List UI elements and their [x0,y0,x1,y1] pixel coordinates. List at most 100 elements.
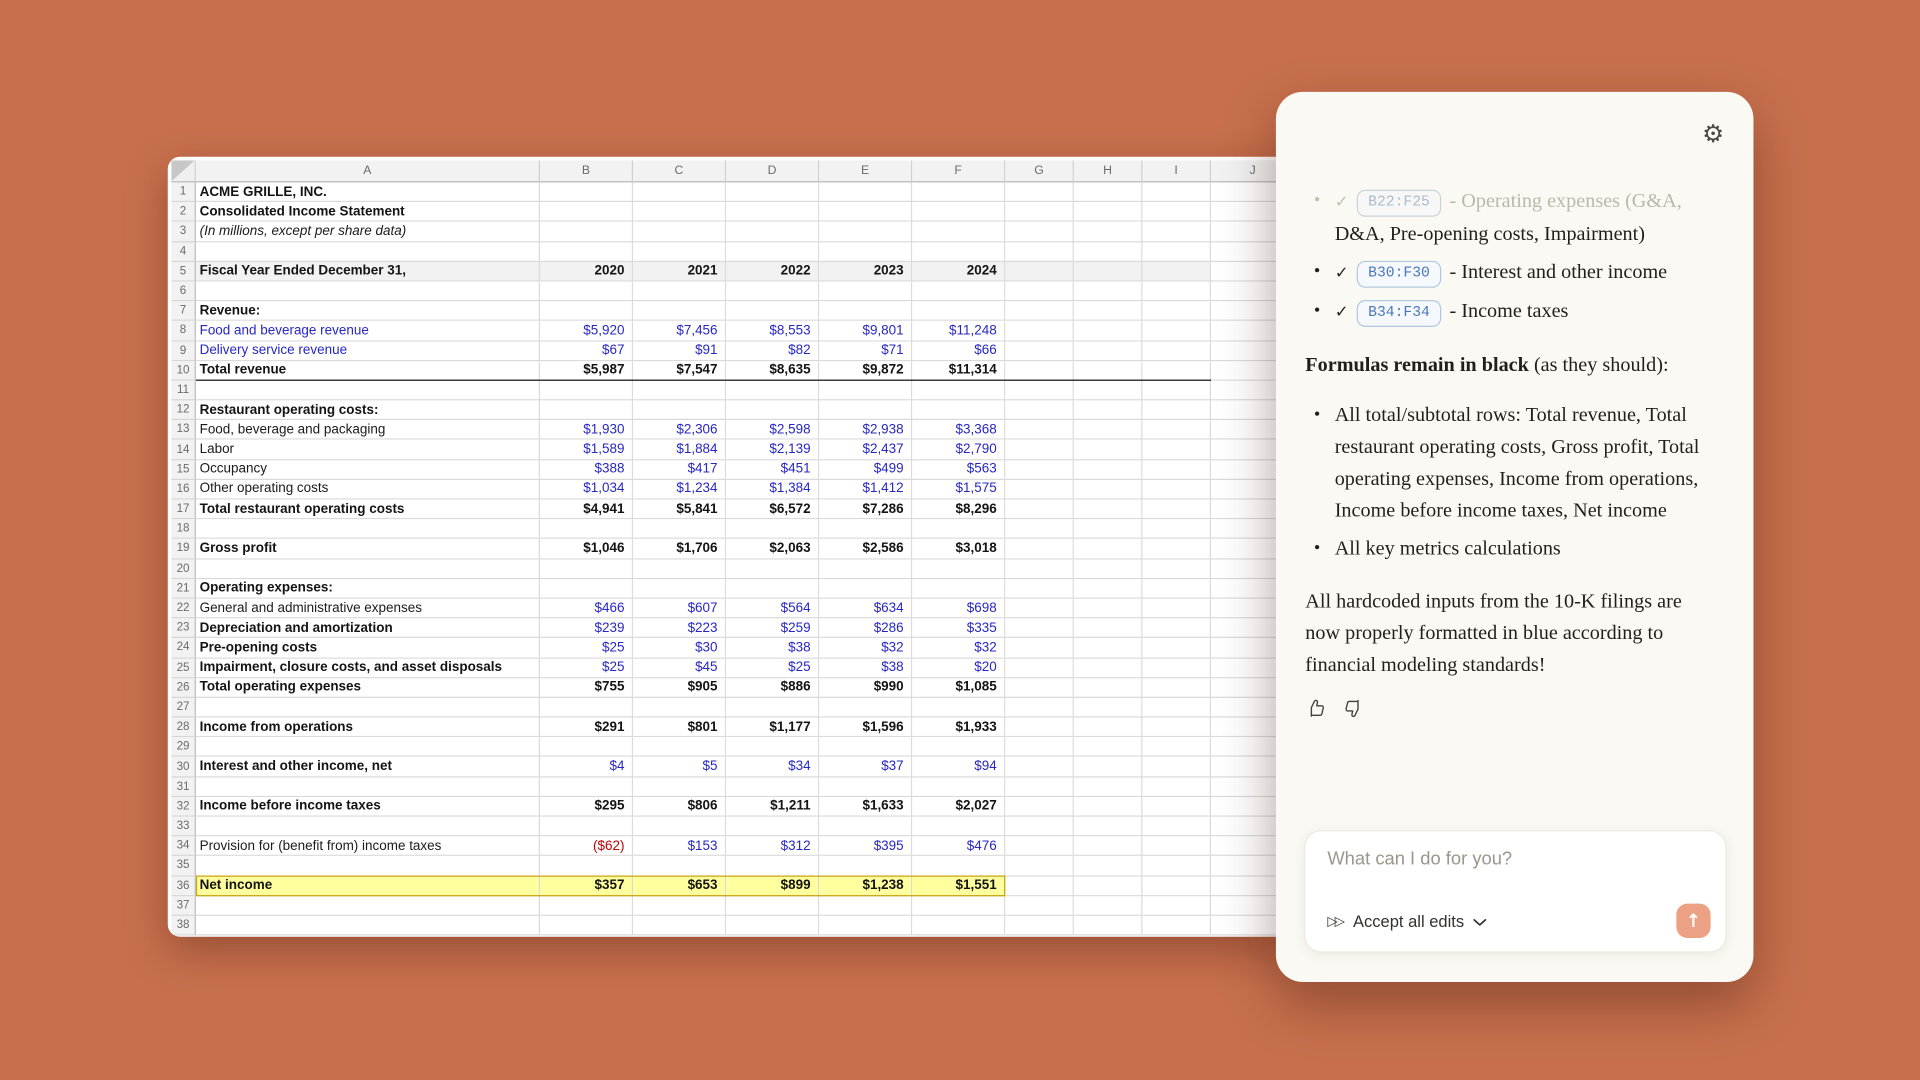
cell-H13[interactable] [1074,420,1143,440]
cell-B20[interactable] [540,559,633,579]
cell-H30[interactable] [1074,757,1143,777]
cell-F2[interactable] [912,202,1005,222]
cell-G36[interactable] [1005,876,1074,896]
cell-F5[interactable]: 2024 [912,262,1005,282]
column-header-D[interactable]: D [726,160,819,182]
cell-B3[interactable] [540,222,633,242]
cell-A35[interactable] [196,856,540,876]
cell-G15[interactable] [1005,460,1074,480]
cell-H11[interactable] [1074,381,1143,401]
cell-H16[interactable] [1074,480,1143,500]
cell-E34[interactable]: $395 [819,837,912,857]
cell-H34[interactable] [1074,837,1143,857]
cell-C35[interactable] [633,856,726,876]
cell-E11[interactable] [819,381,912,401]
cell-C28[interactable]: $801 [633,718,726,738]
cell-C14[interactable]: $1,884 [633,440,726,460]
cell-D34[interactable]: $312 [726,837,819,857]
row-header-9[interactable]: 9 [171,341,195,361]
cell-H7[interactable] [1074,301,1143,321]
cell-D1[interactable] [726,182,819,202]
cell-I13[interactable] [1142,420,1211,440]
row-header-20[interactable]: 20 [171,559,195,579]
cell-F15[interactable]: $563 [912,460,1005,480]
cell-B9[interactable]: $67 [540,341,633,361]
cell-A20[interactable] [196,559,540,579]
cell-C27[interactable] [633,698,726,718]
cell-F30[interactable]: $94 [912,757,1005,777]
cell-B1[interactable] [540,182,633,202]
cell-G24[interactable] [1005,638,1074,658]
cell-F10[interactable]: $11,314 [912,361,1005,381]
cell-H31[interactable] [1074,777,1143,797]
cell-I35[interactable] [1142,856,1211,876]
cell-F9[interactable]: $66 [912,341,1005,361]
cell-A10[interactable]: Total revenue [196,361,540,381]
cell-I23[interactable] [1142,619,1211,639]
cell-I25[interactable] [1142,658,1211,678]
cell-E6[interactable] [819,282,912,302]
cell-H3[interactable] [1074,222,1143,242]
cell-A12[interactable]: Restaurant operating costs: [196,400,540,420]
cell-D18[interactable] [726,519,819,539]
cell-F11[interactable] [912,381,1005,401]
column-header-A[interactable]: A [196,160,540,182]
cell-D10[interactable]: $8,635 [726,361,819,381]
cell-H6[interactable] [1074,282,1143,302]
cell-D27[interactable] [726,698,819,718]
cell-C4[interactable] [633,242,726,262]
cell-B16[interactable]: $1,034 [540,480,633,500]
cell-B14[interactable]: $1,589 [540,440,633,460]
cell-F20[interactable] [912,559,1005,579]
cell-I12[interactable] [1142,400,1211,420]
cell-G23[interactable] [1005,619,1074,639]
cell-F21[interactable] [912,579,1005,599]
cell-A1[interactable]: ACME GRILLE, INC. [196,182,540,202]
cell-H22[interactable] [1074,599,1143,619]
cell-H4[interactable] [1074,242,1143,262]
cell-I6[interactable] [1142,282,1211,302]
cell-C17[interactable]: $5,841 [633,500,726,520]
cell-D16[interactable]: $1,384 [726,480,819,500]
cell-G9[interactable] [1005,341,1074,361]
cell-E14[interactable]: $2,437 [819,440,912,460]
cell-A30[interactable]: Interest and other income, net [196,757,540,777]
cell-I14[interactable] [1142,440,1211,460]
column-header-F[interactable]: F [912,160,1005,182]
cell-I18[interactable] [1142,519,1211,539]
cell-F32[interactable]: $2,027 [912,797,1005,817]
cell-D14[interactable]: $2,139 [726,440,819,460]
cell-A21[interactable]: Operating expenses: [196,579,540,599]
cell-C25[interactable]: $45 [633,658,726,678]
cell-F16[interactable]: $1,575 [912,480,1005,500]
cell-I38[interactable] [1142,916,1211,936]
cell-D6[interactable] [726,282,819,302]
cell-B2[interactable] [540,202,633,222]
cell-H17[interactable] [1074,500,1143,520]
cell-I17[interactable] [1142,500,1211,520]
row-header-33[interactable]: 33 [171,817,195,837]
cell-C13[interactable]: $2,306 [633,420,726,440]
cell-A27[interactable] [196,698,540,718]
cell-D35[interactable] [726,856,819,876]
row-header-14[interactable]: 14 [171,440,195,460]
cell-H36[interactable] [1074,876,1143,896]
cell-G27[interactable] [1005,698,1074,718]
row-header-25[interactable]: 25 [171,658,195,678]
cell-F37[interactable] [912,896,1005,916]
cell-E16[interactable]: $1,412 [819,480,912,500]
row-header-16[interactable]: 16 [171,480,195,500]
row-header-17[interactable]: 17 [171,500,195,520]
cell-E23[interactable]: $286 [819,619,912,639]
cell-H35[interactable] [1074,856,1143,876]
cell-H27[interactable] [1074,698,1143,718]
cell-I36[interactable] [1142,876,1211,896]
cell-I28[interactable] [1142,718,1211,738]
row-header-5[interactable]: 5 [171,262,195,282]
cell-A28[interactable]: Income from operations [196,718,540,738]
cell-B33[interactable] [540,817,633,837]
cell-C2[interactable] [633,202,726,222]
row-header-8[interactable]: 8 [171,321,195,341]
cell-I5[interactable] [1142,262,1211,282]
cell-B10[interactable]: $5,987 [540,361,633,381]
